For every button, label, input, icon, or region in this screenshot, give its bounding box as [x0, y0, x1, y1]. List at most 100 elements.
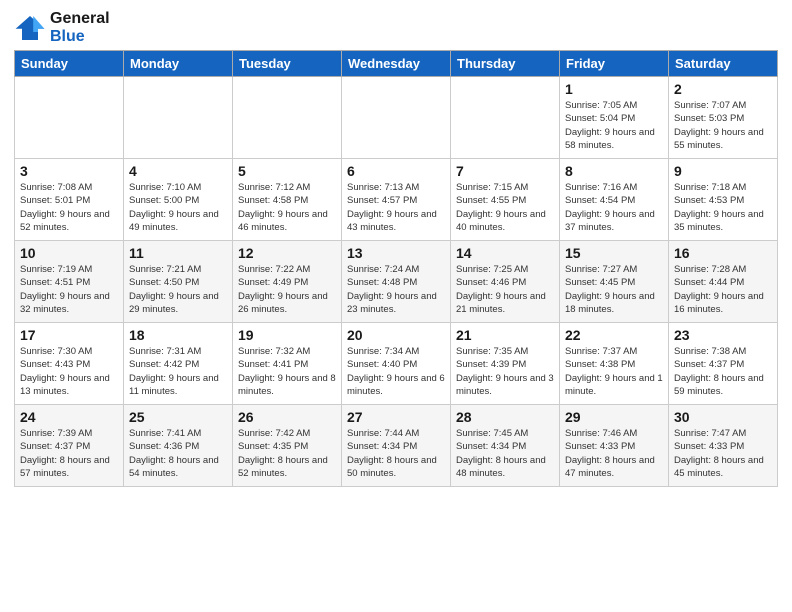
- day-number: 27: [347, 409, 445, 425]
- day-header-saturday: Saturday: [669, 51, 778, 77]
- calendar-cell: [451, 77, 560, 159]
- cell-daylight-info: Sunrise: 7:07 AM Sunset: 5:03 PM Dayligh…: [674, 99, 772, 152]
- cell-daylight-info: Sunrise: 7:22 AM Sunset: 4:49 PM Dayligh…: [238, 263, 336, 316]
- cell-daylight-info: Sunrise: 7:31 AM Sunset: 4:42 PM Dayligh…: [129, 345, 227, 398]
- header: General Blue: [14, 10, 778, 46]
- day-number: 17: [20, 327, 118, 343]
- calendar-cell: 12 Sunrise: 7:22 AM Sunset: 4:49 PM Dayli…: [233, 241, 342, 323]
- calendar-table: SundayMondayTuesdayWednesdayThursdayFrid…: [14, 50, 778, 487]
- calendar-cell: 26 Sunrise: 7:42 AM Sunset: 4:35 PM Dayli…: [233, 405, 342, 487]
- calendar-week-5: 24Sunrise: 7:39 AM Sunset: 4:37 PM Dayli…: [15, 405, 778, 487]
- calendar-cell: 21 Sunrise: 7:35 AM Sunset: 4:39 PM Dayli…: [451, 323, 560, 405]
- day-number: 7: [456, 163, 554, 179]
- day-header-sunday: Sunday: [15, 51, 124, 77]
- calendar-cell: 14Sunrise: 7:25 AM Sunset: 4:46 PM Dayli…: [451, 241, 560, 323]
- calendar-cell: [15, 77, 124, 159]
- cell-daylight-info: Sunrise: 7:08 AM Sunset: 5:01 PM Dayligh…: [20, 181, 118, 234]
- calendar-cell: 19 Sunrise: 7:32 AM Sunset: 4:41 PM Dayli…: [233, 323, 342, 405]
- cell-daylight-info: Sunrise: 7:24 AM Sunset: 4:48 PM Dayligh…: [347, 263, 445, 316]
- cell-daylight-info: Sunrise: 7:21 AM Sunset: 4:50 PM Dayligh…: [129, 263, 227, 316]
- logo-text: General Blue: [50, 10, 110, 46]
- day-number: 15: [565, 245, 663, 261]
- calendar-cell: 10 Sunrise: 7:19 AM Sunset: 4:51 PM Dayli…: [15, 241, 124, 323]
- calendar-cell: 23 Sunrise: 7:38 AM Sunset: 4:37 PM Dayli…: [669, 323, 778, 405]
- calendar-cell: 29Sunrise: 7:46 AM Sunset: 4:33 PM Dayli…: [560, 405, 669, 487]
- calendar-cell: 1 Sunrise: 7:05 AM Sunset: 5:04 PM Daylig…: [560, 77, 669, 159]
- cell-daylight-info: Sunrise: 7:13 AM Sunset: 4:57 PM Dayligh…: [347, 181, 445, 234]
- day-header-tuesday: Tuesday: [233, 51, 342, 77]
- day-number: 10: [20, 245, 118, 261]
- day-number: 8: [565, 163, 663, 179]
- cell-daylight-info: Sunrise: 7:12 AM Sunset: 4:58 PM Dayligh…: [238, 181, 336, 234]
- calendar-cell: [342, 77, 451, 159]
- cell-daylight-info: Sunrise: 7:05 AM Sunset: 5:04 PM Dayligh…: [565, 99, 663, 152]
- calendar-cell: 7 Sunrise: 7:15 AM Sunset: 4:55 PM Daylig…: [451, 159, 560, 241]
- cell-daylight-info: Sunrise: 7:44 AM Sunset: 4:34 PM Dayligh…: [347, 427, 445, 480]
- calendar-cell: 9 Sunrise: 7:18 AM Sunset: 4:53 PM Daylig…: [669, 159, 778, 241]
- day-number: 20: [347, 327, 445, 343]
- day-number: 6: [347, 163, 445, 179]
- day-number: 3: [20, 163, 118, 179]
- cell-daylight-info: Sunrise: 7:34 AM Sunset: 4:40 PM Dayligh…: [347, 345, 445, 398]
- day-number: 11: [129, 245, 227, 261]
- day-number: 28: [456, 409, 554, 425]
- cell-daylight-info: Sunrise: 7:38 AM Sunset: 4:37 PM Dayligh…: [674, 345, 772, 398]
- cell-daylight-info: Sunrise: 7:41 AM Sunset: 4:36 PM Dayligh…: [129, 427, 227, 480]
- calendar-cell: 27 Sunrise: 7:44 AM Sunset: 4:34 PM Dayli…: [342, 405, 451, 487]
- cell-daylight-info: Sunrise: 7:42 AM Sunset: 4:35 PM Dayligh…: [238, 427, 336, 480]
- calendar-cell: 15 Sunrise: 7:27 AM Sunset: 4:45 PM Dayli…: [560, 241, 669, 323]
- day-number: 19: [238, 327, 336, 343]
- logo-icon: [14, 14, 46, 42]
- day-number: 22: [565, 327, 663, 343]
- day-number: 4: [129, 163, 227, 179]
- cell-daylight-info: Sunrise: 7:16 AM Sunset: 4:54 PM Dayligh…: [565, 181, 663, 234]
- day-number: 24: [20, 409, 118, 425]
- cell-daylight-info: Sunrise: 7:47 AM Sunset: 4:33 PM Dayligh…: [674, 427, 772, 480]
- calendar-cell: 28 Sunrise: 7:45 AM Sunset: 4:34 PM Dayli…: [451, 405, 560, 487]
- day-number: 9: [674, 163, 772, 179]
- calendar-cell: 2 Sunrise: 7:07 AM Sunset: 5:03 PM Daylig…: [669, 77, 778, 159]
- day-header-monday: Monday: [124, 51, 233, 77]
- day-number: 25: [129, 409, 227, 425]
- cell-daylight-info: Sunrise: 7:35 AM Sunset: 4:39 PM Dayligh…: [456, 345, 554, 398]
- logo: General Blue: [14, 10, 110, 46]
- calendar-cell: [233, 77, 342, 159]
- calendar-cell: 17 Sunrise: 7:30 AM Sunset: 4:43 PM Dayli…: [15, 323, 124, 405]
- cell-daylight-info: Sunrise: 7:15 AM Sunset: 4:55 PM Dayligh…: [456, 181, 554, 234]
- cell-daylight-info: Sunrise: 7:30 AM Sunset: 4:43 PM Dayligh…: [20, 345, 118, 398]
- cell-daylight-info: Sunrise: 7:19 AM Sunset: 4:51 PM Dayligh…: [20, 263, 118, 316]
- day-number: 2: [674, 81, 772, 97]
- cell-daylight-info: Sunrise: 7:46 AM Sunset: 4:33 PM Dayligh…: [565, 427, 663, 480]
- day-header-friday: Friday: [560, 51, 669, 77]
- cell-daylight-info: Sunrise: 7:37 AM Sunset: 4:38 PM Dayligh…: [565, 345, 663, 398]
- calendar-cell: 16 Sunrise: 7:28 AM Sunset: 4:44 PM Dayli…: [669, 241, 778, 323]
- cell-daylight-info: Sunrise: 7:28 AM Sunset: 4:44 PM Dayligh…: [674, 263, 772, 316]
- day-number: 18: [129, 327, 227, 343]
- calendar-cell: 18 Sunrise: 7:31 AM Sunset: 4:42 PM Dayli…: [124, 323, 233, 405]
- calendar-cell: 5 Sunrise: 7:12 AM Sunset: 4:58 PM Daylig…: [233, 159, 342, 241]
- cell-daylight-info: Sunrise: 7:18 AM Sunset: 4:53 PM Dayligh…: [674, 181, 772, 234]
- day-number: 13: [347, 245, 445, 261]
- day-number: 5: [238, 163, 336, 179]
- page-container: General Blue SundayMondayTuesdayWednesda…: [0, 0, 792, 497]
- day-header-thursday: Thursday: [451, 51, 560, 77]
- calendar-week-3: 10 Sunrise: 7:19 AM Sunset: 4:51 PM Dayli…: [15, 241, 778, 323]
- calendar-cell: 25 Sunrise: 7:41 AM Sunset: 4:36 PM Dayli…: [124, 405, 233, 487]
- cell-daylight-info: Sunrise: 7:27 AM Sunset: 4:45 PM Dayligh…: [565, 263, 663, 316]
- day-number: 21: [456, 327, 554, 343]
- day-number: 30: [674, 409, 772, 425]
- day-number: 26: [238, 409, 336, 425]
- calendar-cell: 13 Sunrise: 7:24 AM Sunset: 4:48 PM Dayli…: [342, 241, 451, 323]
- cell-daylight-info: Sunrise: 7:45 AM Sunset: 4:34 PM Dayligh…: [456, 427, 554, 480]
- day-number: 12: [238, 245, 336, 261]
- day-number: 1: [565, 81, 663, 97]
- day-number: 16: [674, 245, 772, 261]
- calendar-cell: 30 Sunrise: 7:47 AM Sunset: 4:33 PM Dayli…: [669, 405, 778, 487]
- calendar-cell: 20 Sunrise: 7:34 AM Sunset: 4:40 PM Dayli…: [342, 323, 451, 405]
- cell-daylight-info: Sunrise: 7:32 AM Sunset: 4:41 PM Dayligh…: [238, 345, 336, 398]
- calendar-cell: 4Sunrise: 7:10 AM Sunset: 5:00 PM Daylig…: [124, 159, 233, 241]
- calendar-header-row: SundayMondayTuesdayWednesdayThursdayFrid…: [15, 51, 778, 77]
- calendar-week-1: 1 Sunrise: 7:05 AM Sunset: 5:04 PM Daylig…: [15, 77, 778, 159]
- day-number: 23: [674, 327, 772, 343]
- calendar-cell: 6 Sunrise: 7:13 AM Sunset: 4:57 PM Daylig…: [342, 159, 451, 241]
